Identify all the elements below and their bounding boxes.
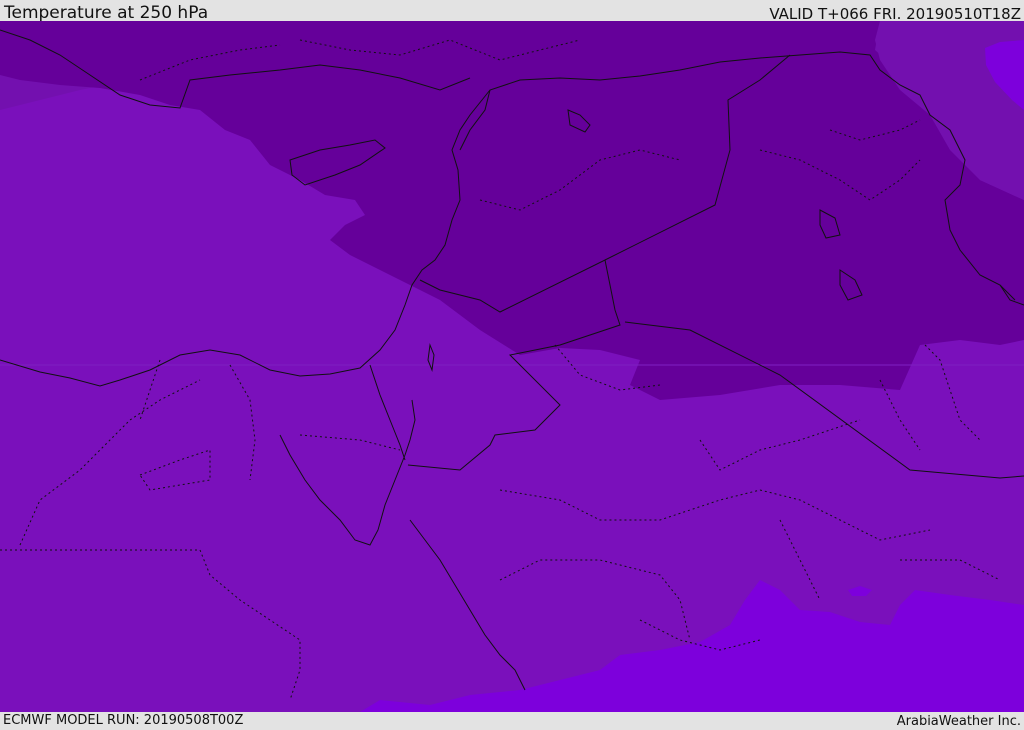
temperature-map[interactable] xyxy=(0,21,1024,712)
footer-bar: ECMWF MODEL RUN: 20190508T00Z ArabiaWeat… xyxy=(0,712,1024,729)
header-bar: Temperature at 250 hPa VALID T+066 FRI. … xyxy=(0,0,1024,23)
credit-label: ArabiaWeather Inc. xyxy=(896,714,1021,729)
model-run-label: ECMWF MODEL RUN: 20190508T00Z xyxy=(3,713,244,728)
map-canvas xyxy=(0,21,1024,712)
map-title: Temperature at 250 hPa xyxy=(4,3,209,23)
